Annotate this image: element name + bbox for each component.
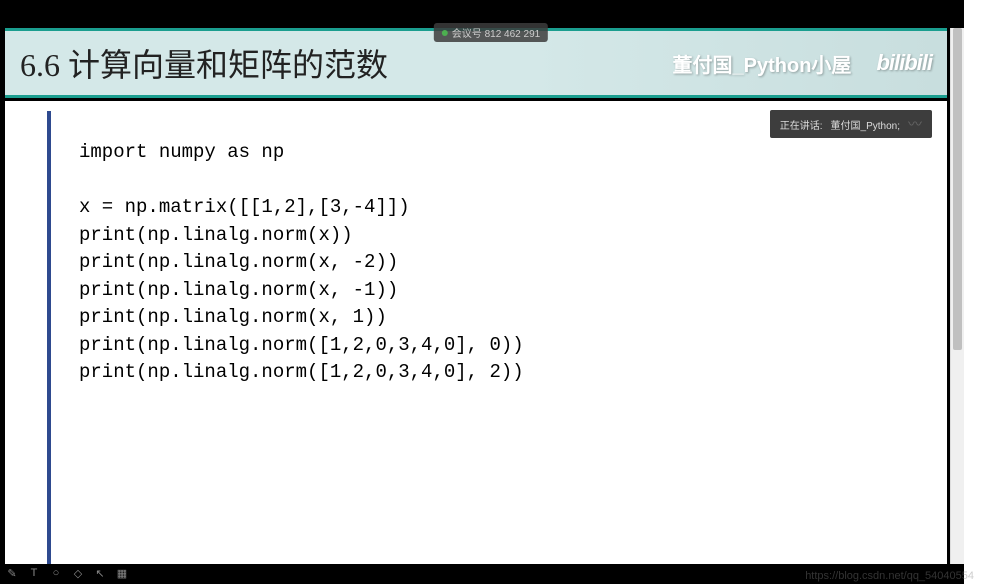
- scrollbar-thumb[interactable]: [953, 28, 962, 350]
- slide-title: 6.6 计算向量和矩阵的范数: [20, 40, 388, 86]
- circle-tool-icon[interactable]: ○: [49, 566, 63, 580]
- slide-content: import numpy as np x = np.matrix([[1,2],…: [5, 101, 947, 564]
- pen-tool-icon[interactable]: ✎: [5, 566, 19, 580]
- author-name: 董付国_Python小屋: [673, 49, 852, 78]
- code-block: import numpy as np x = np.matrix([[1,2],…: [79, 139, 524, 387]
- diamond-tool-icon[interactable]: ◇: [71, 566, 85, 580]
- speaking-prefix: 正在讲话:: [780, 117, 823, 132]
- speaking-indicator: 正在讲话: 董付国_Python; 〰: [770, 110, 932, 138]
- recording-indicator-icon: [442, 30, 448, 36]
- meeting-id-text: 会议号 812 462 291: [452, 25, 540, 40]
- image-tool-icon[interactable]: ▦: [115, 566, 129, 580]
- text-tool-icon[interactable]: T: [27, 566, 41, 580]
- bilibili-logo: bilibili: [876, 50, 932, 76]
- header-right-group: 董付国_Python小屋 bilibili: [673, 49, 932, 78]
- right-edge-panel: [964, 0, 982, 584]
- annotation-toolbar: ✎ T ○ ◇ ↖ ▦: [5, 566, 129, 580]
- speaking-name: 董付国_Python;: [831, 117, 900, 132]
- audio-wave-icon: 〰: [908, 114, 922, 134]
- meeting-id-badge: 会议号 812 462 291: [434, 23, 548, 42]
- arrow-tool-icon[interactable]: ↖: [93, 566, 107, 580]
- watermark-text: https://blog.csdn.net/qq_54040554: [805, 570, 974, 582]
- vertical-scrollbar[interactable]: [950, 28, 964, 564]
- content-left-border: [47, 111, 51, 564]
